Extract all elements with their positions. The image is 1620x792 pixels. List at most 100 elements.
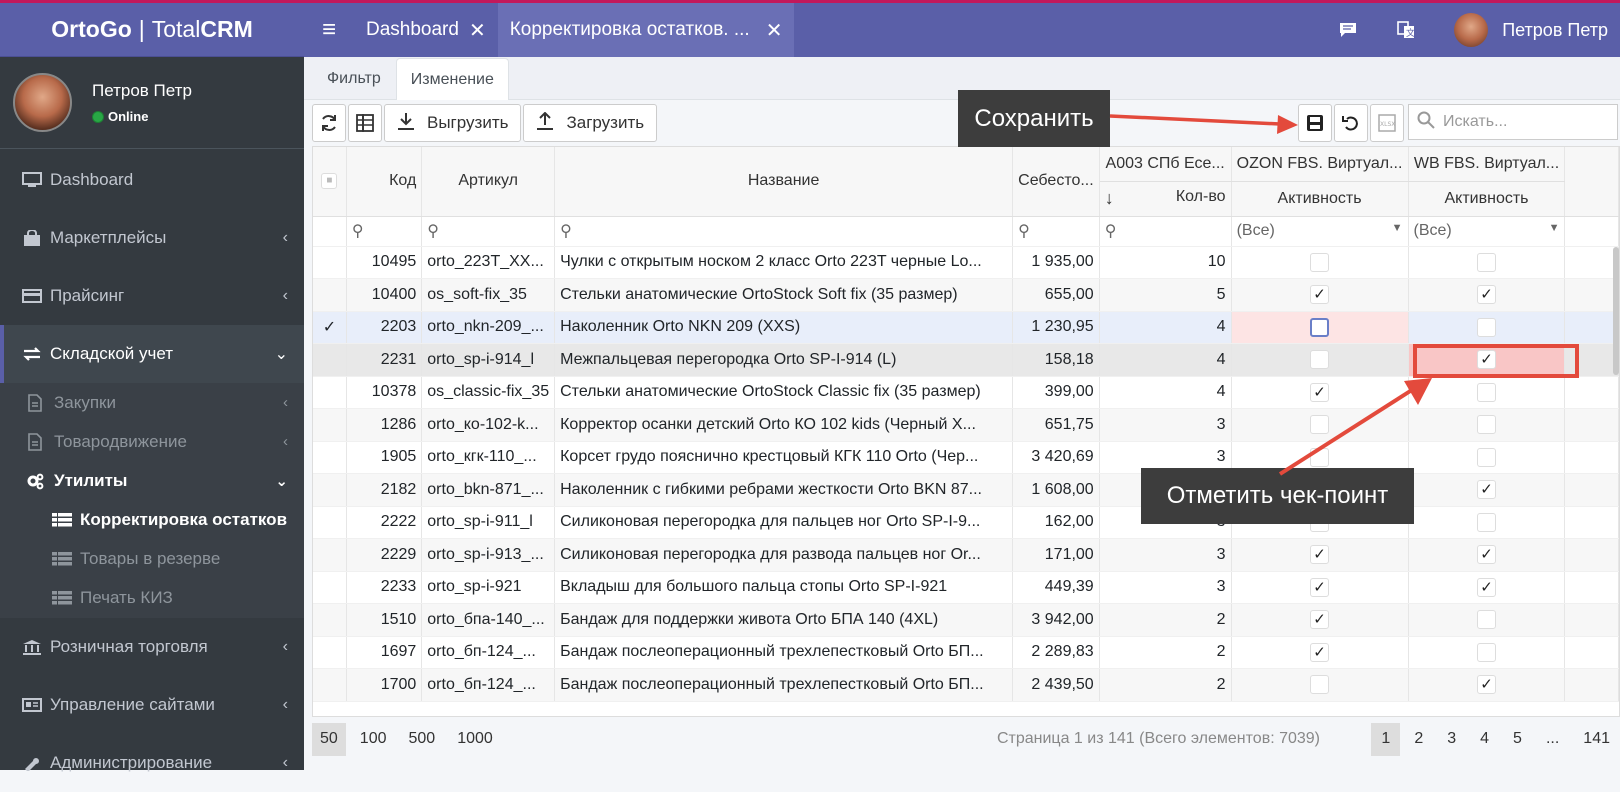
activity-checkbox[interactable] [1310,252,1330,272]
activity-checkbox[interactable] [1310,675,1330,695]
table-row[interactable]: 10495 orto_223T_XX... Чулки с открытым нос… [313,246,1619,279]
sidebar-item-warehouse[interactable]: Складской учет ⌄ [0,325,304,383]
sidebar-item-retail[interactable]: Розничная торговля ‹ [0,618,304,676]
cell-ozon-active[interactable] [1231,668,1409,702]
scrollbar[interactable] [1613,247,1619,375]
columns-button[interactable] [348,104,382,142]
sidebar-item-print-kiz[interactable]: Печать КИЗ [0,578,304,618]
filter-qty[interactable]: ⚲ [1099,216,1232,247]
cell-wb-active[interactable] [1408,636,1566,669]
activity-checkbox[interactable] [1477,610,1496,630]
sidebar-item-reserved-goods[interactable]: Товары в резерве [0,539,304,578]
activity-checkbox[interactable] [1310,382,1330,402]
filter-wb-select[interactable]: (Все) ▼ [1408,216,1566,247]
col-warehouse[interactable]: А003 СПб Есе... [1099,147,1232,182]
page-1[interactable]: 1 [1371,722,1401,756]
export-button[interactable]: Выгрузить [384,104,522,142]
cell-wb-active[interactable] [1408,311,1566,344]
undo-button[interactable] [1334,104,1368,142]
close-icon[interactable]: ✕ [766,18,783,43]
activity-checkbox[interactable] [1477,317,1496,337]
sidebar-item-pricing[interactable]: Прайсинг ‹ [0,267,304,325]
sidebar-item-admin[interactable]: Администрирование ‹ [0,734,304,792]
activity-checkbox[interactable] [1477,285,1496,305]
activity-checkbox[interactable] [1477,577,1496,597]
table-row[interactable]: 1905 orto_кгк-110_... Корсет грудо пояснич… [313,441,1619,474]
activity-checkbox[interactable] [1310,577,1330,597]
table-row[interactable]: 1286 orto_ко-102-k... Корректор осанки дет… [313,408,1619,442]
activity-checkbox[interactable] [1477,415,1496,435]
translate-icon[interactable]: 文 [1396,21,1416,39]
row-select[interactable] [313,246,347,279]
activity-checkbox[interactable] [1310,642,1330,662]
page-4[interactable]: 4 [1470,723,1499,756]
cell-wb-active[interactable] [1408,408,1566,442]
select-all-cell[interactable]: ■ [313,147,347,217]
row-select[interactable] [313,343,347,377]
activity-checkbox[interactable] [1477,512,1496,532]
filter-code[interactable]: ⚲ [346,216,423,247]
table-row[interactable]: 2182 orto_bkn-871_... Наколенник с гибкими… [313,473,1619,507]
sidebar-item-utilities[interactable]: Утилиты ⌄ [0,461,304,500]
col-name[interactable]: Название [554,147,1014,217]
filter-ozon-select[interactable]: (Все) ▼ [1231,216,1409,247]
row-select[interactable] [313,278,347,312]
activity-checkbox[interactable] [1310,545,1330,565]
page-size-100[interactable]: 100 [352,723,395,756]
activity-checkbox[interactable] [1477,642,1496,662]
cell-ozon-active[interactable] [1231,311,1409,344]
row-select[interactable] [313,668,347,702]
table-row[interactable]: 1697 orto_бп-124_... Бандаж послеоперацион… [313,636,1619,669]
tab-stock-adjustment[interactable]: Корректировка остатков. ... ✕ [497,3,795,57]
table-row[interactable]: 10378 os_classic-fix_35 Стельки анатомичес… [313,376,1619,409]
chat-icon[interactable] [1338,21,1358,39]
activity-checkbox[interactable] [1310,317,1330,337]
import-button[interactable]: Загрузить [523,104,658,142]
cell-wb-active[interactable] [1408,278,1566,312]
top-user-name[interactable]: Петров Петр [1502,20,1608,41]
activity-checkbox[interactable] [1310,415,1330,435]
page-size-500[interactable]: 500 [401,723,444,756]
activity-checkbox[interactable] [1310,285,1330,305]
select-all-checkbox[interactable]: ■ [321,173,338,190]
export-xlsx-button[interactable]: XLSX [1370,104,1404,142]
sidebar-item-goods-movement[interactable]: Товародвижение ‹ [0,422,304,461]
row-select[interactable] [313,538,347,572]
col-cost[interactable]: Себесто... [1012,147,1100,217]
row-select[interactable] [313,408,347,442]
activity-checkbox[interactable] [1310,350,1330,370]
tab-filter[interactable]: Фильтр [312,58,396,99]
cell-wb-active[interactable] [1408,538,1566,572]
cell-wb-active[interactable] [1408,603,1566,637]
refresh-button[interactable] [312,104,346,142]
tab-edit[interactable]: Изменение [395,58,509,100]
user-name[interactable]: Петров Петр [92,81,192,101]
table-row[interactable]: 2233 orto_sp-i-921 Вкладыш для большого па… [313,571,1619,604]
filter-name[interactable]: ⚲ [554,216,1014,247]
table-row[interactable]: 1700 orto_бп-124_... Бандаж послеоперацион… [313,668,1619,702]
brand-logo[interactable]: OrtoGo | Total CRM [0,0,304,57]
cell-wb-active[interactable] [1408,506,1566,539]
tab-dashboard[interactable]: Dashboard ✕ [354,3,498,57]
page-size-50[interactable]: 50 [312,722,346,756]
row-select[interactable] [313,571,347,604]
row-select[interactable] [313,473,347,507]
table-row[interactable]: 10400 os_soft-fix_35 Стельки анатомические… [313,278,1619,312]
row-select[interactable] [313,636,347,669]
cell-ozon-active[interactable] [1231,278,1409,312]
sidebar-item-stock-adjustment[interactable]: Корректировка остатков [0,500,304,539]
cell-wb-active[interactable] [1408,571,1566,604]
menu-icon[interactable]: ≡ [304,16,354,44]
page-last[interactable]: 141 [1573,723,1620,756]
table-row[interactable]: 2229 orto_sp-i-913_... Силиконовая перегор… [313,538,1619,572]
cell-wb-active[interactable] [1408,473,1566,507]
activity-checkbox[interactable] [1310,447,1330,467]
cell-ozon-active[interactable] [1231,408,1409,442]
cell-ozon-active[interactable] [1231,246,1409,279]
row-select[interactable] [313,506,347,539]
cell-ozon-active[interactable] [1231,538,1409,572]
row-select[interactable] [313,441,347,474]
sidebar-item-dashboard[interactable]: Dashboard [0,151,304,209]
cell-ozon-active[interactable] [1231,376,1409,409]
activity-checkbox[interactable] [1477,480,1496,500]
